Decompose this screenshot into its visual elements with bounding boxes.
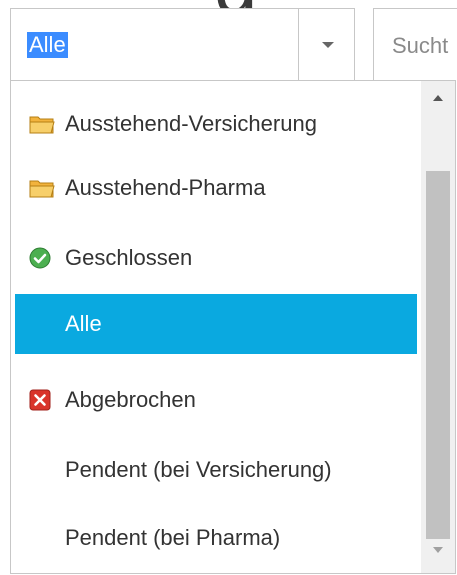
red-x-icon bbox=[29, 388, 59, 412]
combobox-selected-value[interactable]: Alle bbox=[27, 32, 68, 58]
search-placeholder: Sucht bbox=[392, 33, 449, 58]
option-alle[interactable]: Alle bbox=[15, 294, 417, 354]
option-geschlossen[interactable]: Geschlossen bbox=[15, 229, 417, 287]
scroll-down-arrow-icon[interactable] bbox=[433, 547, 443, 553]
option-label: Ausstehend-Pharma bbox=[65, 175, 266, 200]
search-input[interactable]: Sucht bbox=[373, 8, 457, 80]
dropdown-scrollbar[interactable] bbox=[421, 81, 455, 573]
option-label: Pendent (bei Pharma) bbox=[65, 525, 281, 550]
option-abgebrochen[interactable]: Abgebrochen bbox=[15, 371, 417, 429]
folder-icon bbox=[29, 112, 59, 136]
status-filter-combobox[interactable]: Alle bbox=[10, 8, 356, 81]
chevron-down-icon bbox=[321, 42, 334, 48]
status-dropdown-list[interactable]: Ausstehend-Versicherung Ausstehend-Pharm… bbox=[10, 80, 456, 574]
option-label: Geschlossen bbox=[65, 245, 193, 270]
scroll-up-arrow-icon[interactable] bbox=[433, 95, 443, 101]
option-label: Abgebrochen bbox=[65, 387, 196, 412]
option-pendent-versicherung[interactable]: Pendent (bei Versicherung) bbox=[15, 441, 417, 499]
option-ausstehend-pharma[interactable]: Ausstehend-Pharma bbox=[15, 159, 417, 217]
option-label: Pendent (bei Versicherung) bbox=[65, 457, 332, 482]
option-pendent-pharma[interactable]: Pendent (bei Pharma) bbox=[15, 509, 417, 567]
combobox-toggle-button[interactable] bbox=[298, 9, 356, 81]
option-label: Alle bbox=[65, 311, 102, 336]
scrollbar-thumb[interactable] bbox=[426, 171, 450, 539]
option-ausstehend-versicherung[interactable]: Ausstehend-Versicherung bbox=[15, 95, 417, 153]
option-label: Ausstehend-Versicherung bbox=[65, 111, 317, 136]
check-circle-icon bbox=[29, 246, 59, 270]
folder-icon bbox=[29, 176, 59, 200]
